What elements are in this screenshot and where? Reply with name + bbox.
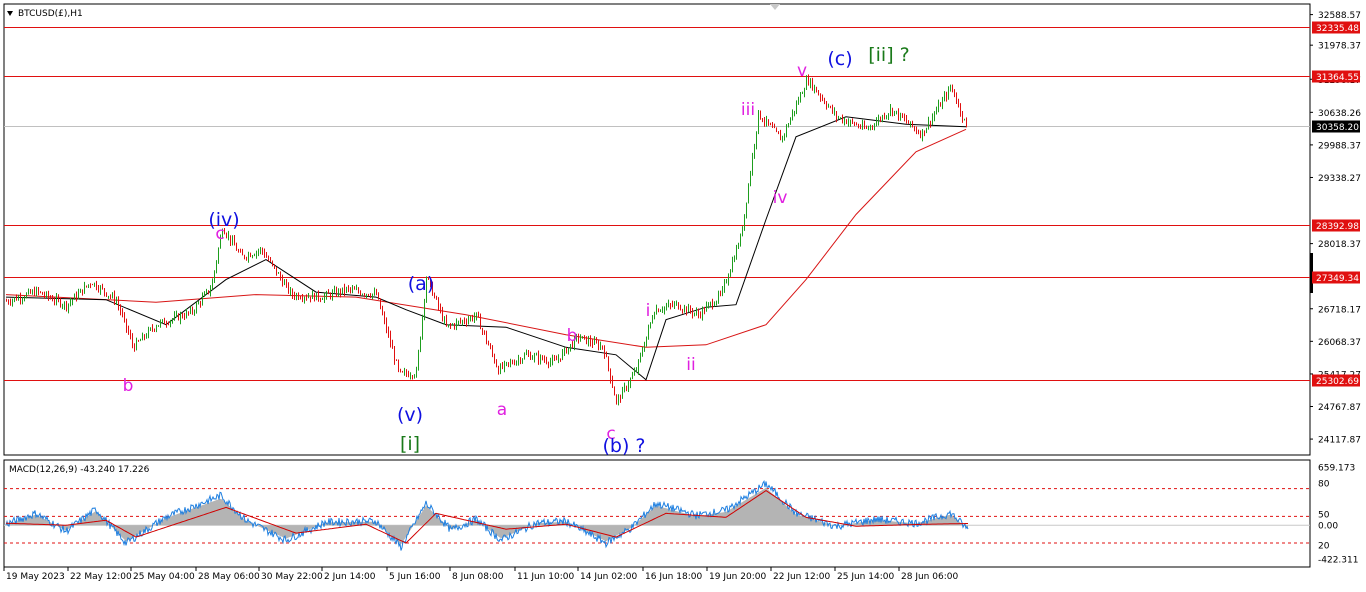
price-axis-label: 31978.37 xyxy=(1318,42,1361,52)
price-axis-label: 30638.26 xyxy=(1318,109,1361,119)
price-axis-label: 24117.87 xyxy=(1318,436,1361,446)
time-axis-label: 16 Jun 18:00 xyxy=(645,572,702,582)
time-axis-label: 14 Jun 02:00 xyxy=(580,572,637,582)
wave-label: (v) xyxy=(397,404,423,426)
macd-axis-label: 20 xyxy=(1318,542,1330,552)
wave-label: iv xyxy=(773,188,788,208)
wave-label: a xyxy=(497,400,507,420)
wave-label: [ii] ? xyxy=(868,44,910,66)
wave-label: b xyxy=(123,376,134,396)
time-axis-label: 19 May 2023 xyxy=(6,572,65,582)
price-axis-label: 26718.17 xyxy=(1318,305,1361,315)
current-price-label: 30358.20 xyxy=(1316,123,1359,133)
time-axis-label: 11 Jun 10:00 xyxy=(517,572,574,582)
time-axis-label: 8 Jun 08:00 xyxy=(452,572,504,582)
wave-label: [i] xyxy=(400,433,420,455)
time-axis-label: 19 Jun 20:00 xyxy=(709,572,766,582)
wave-label: (a) xyxy=(408,273,434,295)
time-axis-label: 28 Jun 06:00 xyxy=(901,572,958,582)
time-axis-label: 30 May 22:00 xyxy=(261,572,323,582)
macd-axis-label: 659.173 xyxy=(1318,464,1355,474)
macd-title: MACD(12,26,9) -43.240 17.226 xyxy=(9,465,150,475)
macd-axis-label: 50 xyxy=(1318,511,1330,521)
time-axis-label: 22 Jun 12:00 xyxy=(773,572,830,582)
time-axis-label: 5 Jun 16:00 xyxy=(389,572,441,582)
chart-window[interactable]: BTCUSD(£),H1 (iv) c b (a) (v) [i] a b c (b) ? i ii i… xyxy=(0,0,1366,588)
macd-axis-label: 80 xyxy=(1318,480,1330,490)
wave-label: v xyxy=(797,61,807,81)
wave-label: (b) ? xyxy=(602,435,645,457)
time-axis-label: 22 May 12:00 xyxy=(70,572,132,582)
level-price-label: 32335.48 xyxy=(1316,24,1359,34)
macd-axis-label: -422.311 xyxy=(1318,556,1358,566)
wave-label: c xyxy=(215,224,224,244)
time-axis-label: 2 Jun 14:00 xyxy=(324,572,376,582)
time-axis-label: 25 May 04:00 xyxy=(133,572,195,582)
time-axis-label: 28 May 06:00 xyxy=(198,572,260,582)
time-axis-label: 25 Jun 14:00 xyxy=(837,572,894,582)
price-axis-label: 24767.87 xyxy=(1318,403,1361,413)
level-price-label: 25302.69 xyxy=(1316,377,1359,387)
level-price-label: 28392.98 xyxy=(1316,222,1359,232)
wave-label: iii xyxy=(741,100,755,120)
wave-label: ii xyxy=(686,355,695,375)
price-axis-label: 28018.37 xyxy=(1318,240,1361,250)
level-price-label: 27349.34 xyxy=(1316,274,1359,284)
wave-label: i xyxy=(646,301,651,321)
price-axis-label: 29338.27 xyxy=(1318,174,1361,184)
chart-svg: BTCUSD(£),H1 (iv)cb(a)(v)[i]abc(b) ?iiii… xyxy=(0,0,1366,588)
wave-label: b xyxy=(567,326,578,346)
macd-axis-label: 0.00 xyxy=(1318,522,1338,532)
price-axis-label: 29988.37 xyxy=(1318,141,1361,151)
wave-label: (c) xyxy=(827,48,852,70)
level-price-label: 31364.55 xyxy=(1316,73,1359,83)
price-axis-label: 32588.57 xyxy=(1318,11,1361,21)
price-axis-label: 26068.37 xyxy=(1318,338,1361,348)
symbol-label: BTCUSD(£),H1 xyxy=(18,9,83,19)
